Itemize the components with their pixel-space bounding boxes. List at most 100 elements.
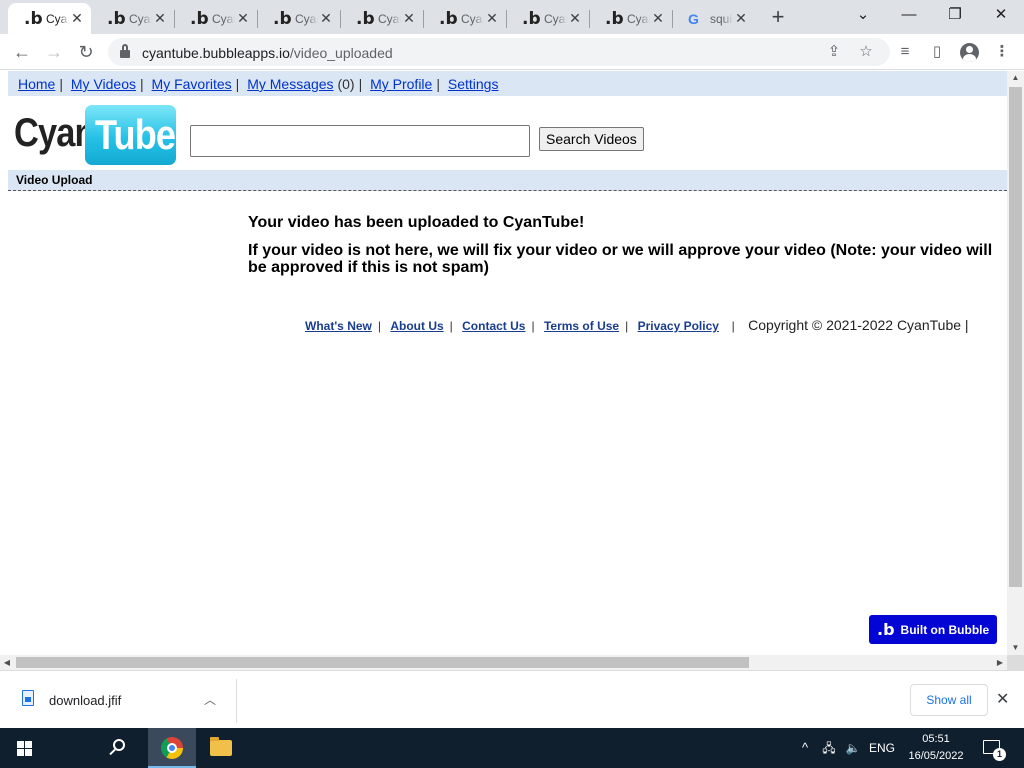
tab-close-icon[interactable]: ✕ <box>152 10 168 27</box>
browser-tab[interactable]: Gsquid g✕ <box>672 3 755 34</box>
footer-separator: | <box>449 319 453 333</box>
profile-avatar-icon[interactable] <box>960 43 979 62</box>
share-icon[interactable]: ⇪ <box>822 42 846 62</box>
footer-separator: | <box>625 319 629 333</box>
upload-note-message: If your video is not here, we will fix y… <box>248 242 993 276</box>
nav-settings-link[interactable]: Settings <box>448 76 499 92</box>
language-indicator[interactable]: ENG <box>868 728 896 768</box>
file-explorer-button[interactable] <box>98 728 232 768</box>
new-tab-button[interactable]: + <box>764 4 792 32</box>
scroll-up-arrow-icon[interactable]: ▲ <box>1007 71 1024 85</box>
tab-close-icon[interactable]: ✕ <box>733 10 749 27</box>
tab-search-chevron-icon[interactable]: ⌄ <box>840 0 886 32</box>
scroll-right-arrow-icon[interactable]: ▶ <box>993 655 1007 670</box>
footer-about-us-link[interactable]: About Us <box>390 319 443 333</box>
tab-close-icon[interactable]: ✕ <box>567 10 583 27</box>
bubble-favicon-icon: .b <box>190 8 209 29</box>
close-icon[interactable]: ✕ <box>996 689 1009 709</box>
more-menu-icon[interactable]: ⋮ <box>989 39 1015 65</box>
volume-icon[interactable]: 🔈 <box>842 728 864 768</box>
taskbar-search-button[interactable] <box>48 728 125 768</box>
footer-privacy-link[interactable]: Privacy Policy <box>638 319 719 333</box>
tab-close-icon[interactable]: ✕ <box>318 10 334 27</box>
footer-separator: | <box>724 319 735 333</box>
url-host: cyantube.bubbleapps.io <box>142 45 290 61</box>
tab-title: CyanTube <box>129 11 152 26</box>
media-controls-icon[interactable]: ≡ <box>892 39 918 65</box>
nav-separator: | <box>436 76 440 92</box>
image-file-icon[interactable] <box>22 690 34 706</box>
horizontal-scrollbar[interactable]: ◀ ▶ <box>0 655 1007 670</box>
google-favicon-icon: G <box>688 10 699 27</box>
tab-strip: .bCyanTube✕.bCyanTube✕.bCyanTube✕.bCyanT… <box>0 0 1024 34</box>
network-icon[interactable]: 🖧 <box>818 728 840 768</box>
scroll-left-arrow-icon[interactable]: ◀ <box>0 655 14 670</box>
side-panel-icon[interactable]: ▯ <box>924 39 950 65</box>
logo-text-tube: Tube <box>95 111 176 158</box>
built-on-bubble-badge[interactable]: .b Built on Bubble <box>869 615 997 644</box>
close-window-button[interactable]: ✕ <box>978 0 1024 32</box>
show-all-button[interactable]: Show all <box>910 684 988 716</box>
tab-title: CyanTube <box>378 11 401 26</box>
footer-copyright: Copyright © 2021-2022 CyanTube | <box>748 317 969 333</box>
start-button[interactable] <box>0 728 48 768</box>
bubble-logo-icon: .b <box>877 620 895 639</box>
tab-close-icon[interactable]: ✕ <box>69 10 85 27</box>
lock-icon[interactable] <box>120 44 130 58</box>
tab-close-icon[interactable]: ✕ <box>650 10 666 27</box>
footer-separator: | <box>531 319 535 333</box>
bubble-favicon-icon: .b <box>356 8 375 29</box>
browser-tab[interactable]: .bCyanTube✕ <box>589 3 672 34</box>
footer-contact-us-link[interactable]: Contact Us <box>462 319 525 333</box>
address-bar[interactable]: cyantube.bubbleapps.io/video_uploaded ⇪ … <box>108 38 890 66</box>
browser-tab[interactable]: .bCyanTube✕ <box>423 3 506 34</box>
nav-my-profile-link[interactable]: My Profile <box>370 76 432 92</box>
vertical-scroll-thumb[interactable] <box>1009 87 1022 587</box>
download-file-name[interactable]: download.jfif <box>49 693 121 708</box>
tab-close-icon[interactable]: ✕ <box>484 10 500 27</box>
browser-tab[interactable]: .bCyanTube✕ <box>257 3 340 34</box>
search-videos-button[interactable]: Search Videos <box>539 127 644 151</box>
tab-close-icon[interactable]: ✕ <box>401 10 417 27</box>
windows-taskbar: ^ 🖧 🔈 ENG 05:51 16/05/2022 1 <box>0 728 1024 768</box>
restore-button[interactable]: ❐ <box>932 0 978 32</box>
horizontal-scroll-thumb[interactable] <box>16 657 749 668</box>
browser-tab[interactable]: .bCyanTube✕ <box>174 3 257 34</box>
folder-icon <box>210 737 232 756</box>
system-clock[interactable]: 05:51 16/05/2022 <box>900 731 972 765</box>
nav-separator: | <box>140 76 144 92</box>
footer-whats-new-link[interactable]: What's New <box>305 319 372 333</box>
browser-tab[interactable]: .bCyanTube✕ <box>8 3 91 34</box>
url-text[interactable]: cyantube.bubbleapps.io/video_uploaded <box>142 45 393 61</box>
back-button[interactable]: ← <box>8 38 36 66</box>
site-nav-bar: Home | My Videos | My Favorites | My Messag… <box>8 71 1007 96</box>
reload-button[interactable]: ↻ <box>72 38 100 66</box>
badge-label: Built on Bubble <box>900 622 990 637</box>
chevron-up-icon[interactable]: ︿ <box>204 691 216 708</box>
browser-tab[interactable]: .bCyanTube✕ <box>91 3 174 34</box>
section-title: Video Upload <box>8 170 1007 191</box>
tab-close-icon[interactable]: ✕ <box>235 10 251 27</box>
nav-home-link[interactable]: Home <box>18 76 55 92</box>
nav-separator: | <box>358 76 363 92</box>
url-path: /video_uploaded <box>289 45 393 61</box>
download-divider <box>236 679 237 723</box>
bubble-favicon-icon: .b <box>439 8 458 29</box>
browser-tab[interactable]: .bCyanTube✕ <box>340 3 423 34</box>
bubble-favicon-icon: .b <box>273 8 292 29</box>
nav-my-favorites-link[interactable]: My Favorites <box>152 76 232 92</box>
minimize-button[interactable]: — <box>886 0 932 32</box>
chrome-icon[interactable] <box>161 737 183 759</box>
download-bar: download.jfif ︿ Show all ✕ <box>0 670 1024 728</box>
vertical-scrollbar[interactable]: ▲ ▼ <box>1007 71 1024 655</box>
scrollbar-corner <box>1007 655 1024 670</box>
browser-tab[interactable]: .bCyanTube✕ <box>506 3 589 34</box>
nav-my-videos-link[interactable]: My Videos <box>71 76 136 92</box>
footer-terms-link[interactable]: Terms of Use <box>544 319 619 333</box>
bookmark-star-icon[interactable]: ☆ <box>854 42 878 62</box>
scroll-down-arrow-icon[interactable]: ▼ <box>1007 641 1024 655</box>
search-input[interactable] <box>190 125 530 157</box>
nav-my-messages-link[interactable]: My Messages <box>247 76 333 92</box>
tray-chevron-up-icon[interactable]: ^ <box>796 728 814 768</box>
forward-button[interactable]: → <box>40 38 68 66</box>
